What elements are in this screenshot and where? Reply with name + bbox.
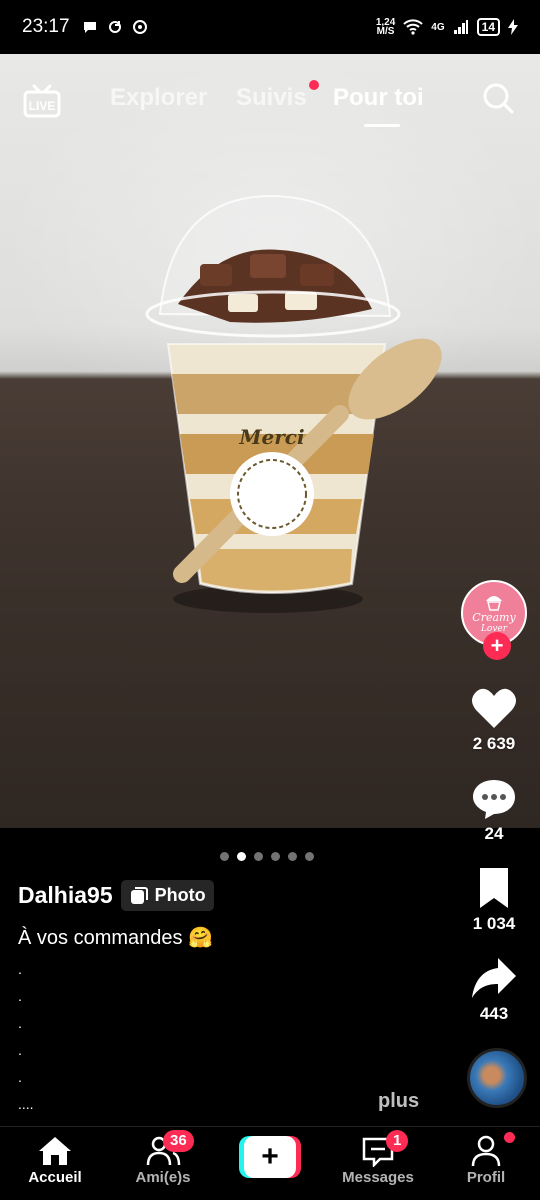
bookmark-icon: [480, 868, 508, 908]
like-button[interactable]: 2 639: [456, 686, 532, 754]
save-button[interactable]: 1 034: [456, 866, 532, 934]
profile-notification-dot: [504, 1132, 515, 1143]
tab-pour-toi[interactable]: Pour toi: [333, 84, 424, 112]
follow-button[interactable]: +: [483, 632, 511, 660]
share-count: 443: [479, 1004, 509, 1023]
carousel-dot[interactable]: [254, 852, 263, 861]
photo-badge-label: Photo: [154, 885, 206, 905]
save-count: 1 034: [472, 914, 516, 933]
active-tab-indicator: [364, 124, 400, 127]
share-button[interactable]: 443: [456, 956, 532, 1024]
comment-button[interactable]: 24: [456, 776, 532, 844]
dots-line: .: [18, 1069, 22, 1085]
bottom-nav: Accueil Ami(e)s 36 + Messages 1 Profil: [0, 1126, 540, 1200]
battery-indicator: 14: [476, 18, 500, 36]
dots-line: ....: [18, 1096, 34, 1112]
status-bar: 23:17 1,24 M/S 4G 14: [0, 0, 540, 54]
avatar-text: Creamy: [472, 610, 516, 624]
tab-explorer[interactable]: Explorer: [110, 84, 207, 112]
cupcake-icon: [486, 595, 502, 611]
comment-icon: [473, 780, 515, 819]
see-more-button[interactable]: plus: [378, 1090, 419, 1113]
create-plus-icon: +: [244, 1136, 296, 1178]
top-nav: LIVE Explorer Suivis Pour toi: [0, 78, 540, 128]
wifi-icon: [403, 19, 423, 35]
charging-icon: [508, 19, 518, 35]
nav-messages-label: Messages: [342, 1169, 414, 1186]
search-button[interactable]: [480, 80, 516, 116]
carousel-dot[interactable]: [288, 852, 297, 861]
nav-profile-label: Profil: [466, 1169, 506, 1186]
speed-unit: M/S: [376, 26, 395, 37]
carousel-dot[interactable]: [220, 852, 229, 861]
dots-line: .: [18, 1015, 22, 1031]
like-count: 2 639: [472, 734, 516, 753]
tab-suivis[interactable]: Suivis: [236, 84, 307, 112]
carousel-dot[interactable]: [305, 852, 314, 861]
nav-messages[interactable]: Messages: [333, 1135, 423, 1186]
suivis-notification-dot: [309, 80, 319, 90]
post-description: À vos commandes 🤗: [18, 927, 213, 949]
svg-text:LIVE: LIVE: [29, 99, 56, 113]
network-speed: 1,24 M/S: [376, 18, 395, 37]
carousel-dot[interactable]: [271, 852, 280, 861]
creator-avatar-wrap: Creamy Lover +: [461, 580, 527, 660]
photo-badge: Photo: [120, 880, 214, 911]
photo-stack-icon: [130, 886, 148, 904]
nav-profile[interactable]: Profil: [441, 1135, 531, 1186]
nav-friends-label: Ami(e)s: [135, 1169, 191, 1186]
post-caption: Dalhia95 Photo À vos commandes 🤗 . . . .…: [18, 880, 438, 1118]
status-time: 23:17: [22, 16, 70, 37]
status-icons-left: [82, 19, 148, 35]
chat-notification-icon: [83, 22, 96, 33]
music-disc[interactable]: [467, 1048, 527, 1108]
carousel-dots: [220, 852, 314, 861]
live-tv-icon: LIVE: [23, 84, 61, 118]
dots-line: .: [18, 1042, 22, 1058]
merci-sticker-label: Merci: [239, 425, 305, 449]
nav-home-label: Accueil: [28, 1169, 82, 1186]
friends-badge: 36: [163, 1130, 194, 1152]
author-row: Dalhia95 Photo: [18, 880, 438, 911]
heart-icon: [472, 688, 516, 728]
sync-icon: [108, 21, 121, 33]
signal-icon: [453, 20, 468, 34]
description-dots: . . . . . ....: [18, 956, 438, 1118]
nav-home[interactable]: Accueil: [10, 1135, 100, 1186]
share-arrow-icon: [472, 958, 516, 998]
dots-line: .: [18, 988, 22, 1004]
author-name[interactable]: Dalhia95: [18, 882, 113, 909]
dots-line: .: [18, 961, 22, 977]
carousel-dot-active[interactable]: [237, 852, 246, 861]
live-button[interactable]: LIVE: [22, 82, 62, 118]
circle-notification-icon: [132, 20, 147, 34]
network-type: 4G: [431, 21, 445, 33]
create-button[interactable]: +: [239, 1136, 301, 1178]
comment-count: 24: [484, 824, 504, 843]
status-icons-right: 1,24 M/S 4G 14: [376, 18, 518, 37]
home-icon: [39, 1137, 71, 1165]
search-icon: [483, 83, 514, 114]
profile-icon: [471, 1135, 501, 1167]
